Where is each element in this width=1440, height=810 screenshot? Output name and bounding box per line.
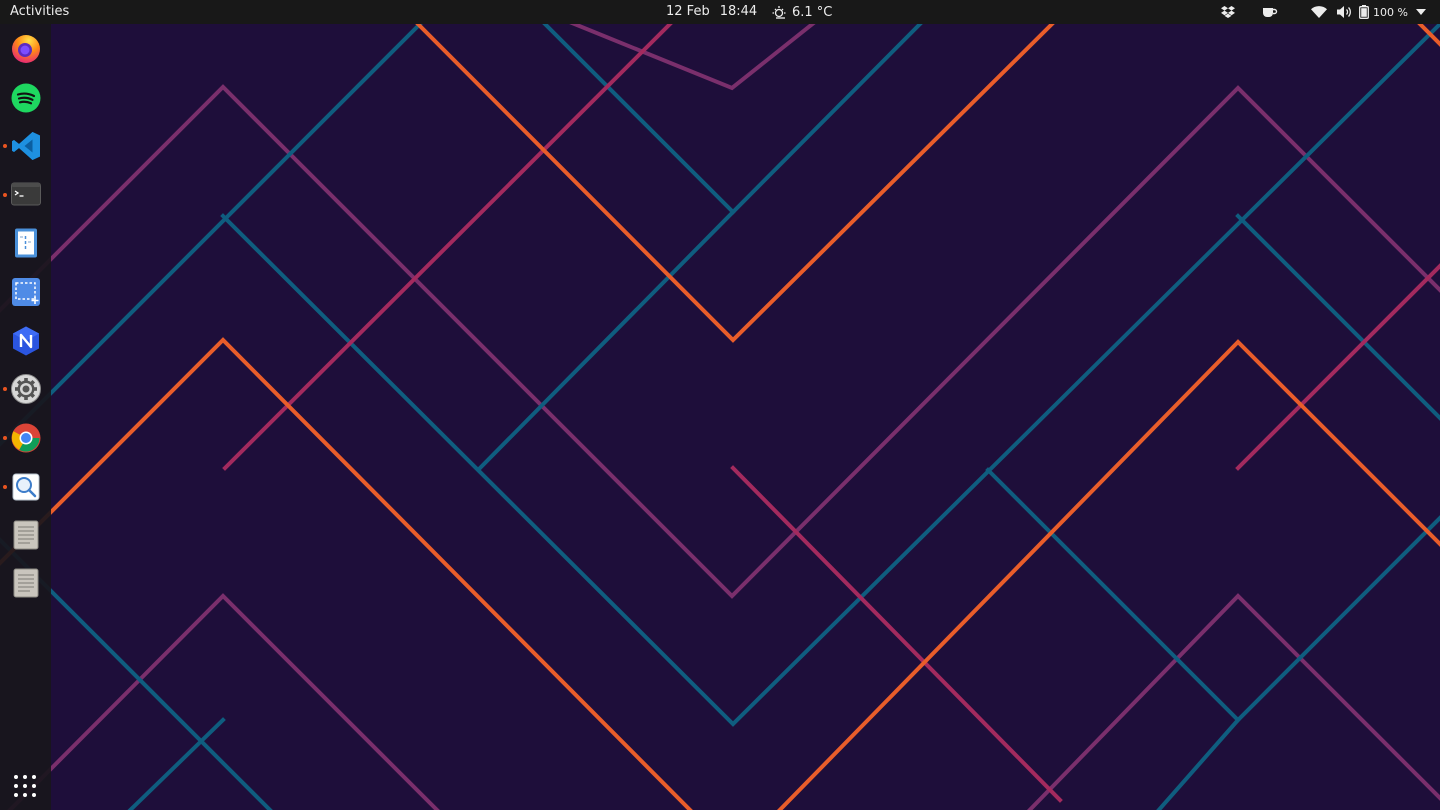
dock-item-spotify[interactable] [9, 81, 42, 114]
dock-item-vscode[interactable] [9, 129, 42, 162]
dock-item-chrome[interactable] [9, 421, 42, 454]
settings-icon [10, 373, 41, 404]
weather-icon [772, 6, 786, 19]
weather-temperature: 6.1 °C [792, 4, 833, 20]
document-icon [13, 520, 38, 549]
system-menu-chevron-icon[interactable] [1414, 0, 1428, 24]
volume-icon[interactable] [1333, 0, 1355, 24]
date-label: 12 Feb [666, 4, 710, 19]
terminal-icon [10, 182, 41, 205]
battery-icon [1359, 5, 1369, 19]
dock-item-image-viewer[interactable] [9, 470, 42, 503]
notes-app-icon [12, 326, 39, 355]
clock-button[interactable]: 12 Feb 18:44 [666, 4, 767, 19]
battery-percent: 100 % [1373, 5, 1408, 19]
dock-item-text-editor[interactable] [9, 226, 42, 259]
spotify-icon [11, 83, 40, 112]
dock [0, 24, 51, 810]
text-editor-icon [14, 228, 37, 257]
vscode-icon [11, 131, 40, 160]
document-icon [13, 568, 38, 597]
desktop-wallpaper [0, 24, 1440, 810]
dropbox-icon[interactable] [1216, 0, 1240, 24]
show-applications-button[interactable] [13, 774, 37, 798]
caffeine-icon[interactable] [1258, 0, 1282, 24]
image-viewer-icon [12, 473, 39, 500]
activities-button[interactable]: Activities [10, 4, 69, 19]
dock-item-terminal[interactable] [9, 177, 42, 210]
battery-indicator[interactable]: 100 % [1359, 0, 1408, 24]
dock-item-document-2[interactable] [9, 566, 42, 599]
running-indicator [3, 485, 7, 489]
firefox-icon [11, 34, 40, 63]
weather-indicator[interactable]: 6.1 °C [772, 4, 832, 20]
dock-item-screenshot[interactable] [9, 275, 42, 308]
running-indicator [3, 144, 7, 148]
dock-item-notes-app[interactable] [9, 324, 42, 357]
top-bar: Activities 12 Feb 18:44 6.1 °C 100 % [0, 0, 1440, 24]
running-indicator [3, 436, 7, 440]
system-tray: 100 % [1216, 0, 1440, 24]
running-indicator [3, 193, 7, 197]
dock-item-document-1[interactable] [9, 518, 42, 551]
dock-item-settings[interactable] [9, 372, 42, 405]
screenshot-icon [11, 277, 40, 306]
running-indicator [3, 387, 7, 391]
wifi-icon[interactable] [1308, 0, 1330, 24]
dock-item-firefox[interactable] [9, 32, 42, 65]
show-applications-icon [14, 775, 36, 797]
time-label: 18:44 [719, 4, 758, 19]
chrome-icon [11, 423, 40, 452]
